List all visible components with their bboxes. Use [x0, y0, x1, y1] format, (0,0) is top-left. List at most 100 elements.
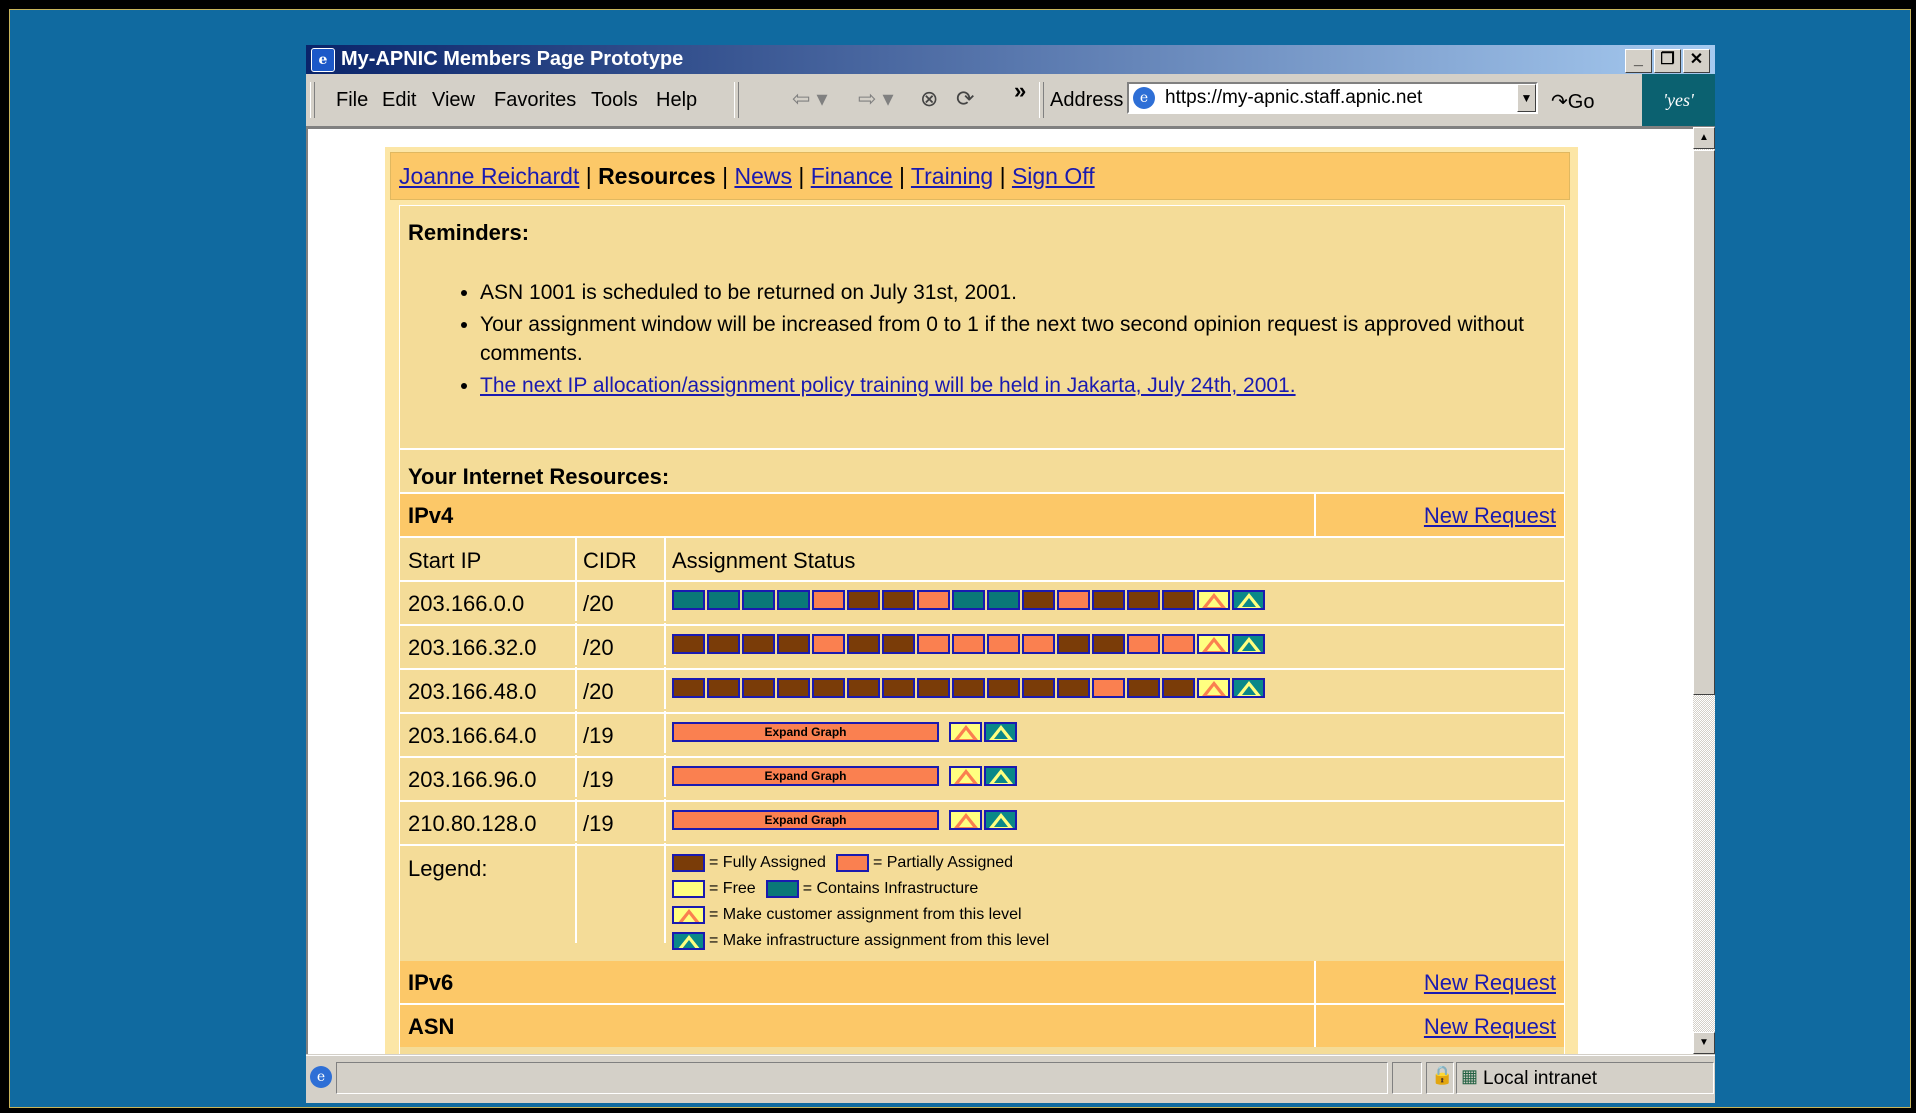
infra-assign-icon[interactable] — [984, 810, 1017, 830]
training-link[interactable]: The next IP allocation/assignment policy… — [480, 374, 1296, 397]
fully-assigned-block[interactable] — [882, 678, 915, 698]
fully-assigned-block[interactable] — [882, 590, 915, 610]
fully-assigned-block[interactable] — [672, 634, 705, 654]
assignment-status-bar[interactable] — [672, 634, 1265, 654]
fully-assigned-block[interactable] — [1022, 678, 1055, 698]
asn-new-request-link[interactable]: New Request — [1424, 1014, 1556, 1040]
fully-assigned-block[interactable] — [812, 678, 845, 698]
fully-assigned-block[interactable] — [742, 678, 775, 698]
nav-user-link[interactable]: Joanne Reichardt — [399, 163, 579, 189]
partially-assigned-block[interactable] — [1057, 590, 1090, 610]
minimize-button[interactable]: _ — [1625, 49, 1652, 73]
partially-assigned-block[interactable] — [987, 634, 1020, 654]
toolbar-grip[interactable] — [310, 82, 315, 118]
fully-assigned-block[interactable] — [672, 678, 705, 698]
assignment-status-bar[interactable] — [672, 590, 1265, 610]
partially-assigned-block[interactable] — [917, 590, 950, 610]
assignment-status-bar[interactable]: Expand Graph — [672, 810, 1017, 830]
menu-help[interactable]: Help — [656, 89, 697, 112]
assignment-status-bar[interactable]: Expand Graph — [672, 766, 1017, 786]
go-button[interactable]: ↷Go — [1551, 89, 1594, 114]
nav-finance-link[interactable]: Finance — [811, 163, 893, 189]
menu-edit[interactable]: Edit — [382, 89, 416, 112]
customer-assign-icon[interactable] — [949, 810, 982, 830]
infrastructure-block[interactable] — [707, 590, 740, 610]
partially-assigned-block[interactable] — [917, 634, 950, 654]
assignment-status-bar[interactable]: Expand Graph — [672, 722, 1017, 742]
title-bar[interactable]: e My-APNIC Members Page Prototype _ ❐ ✕ — [306, 45, 1715, 74]
fully-assigned-block[interactable] — [1127, 678, 1160, 698]
infrastructure-block[interactable] — [742, 590, 775, 610]
fully-assigned-block[interactable] — [1092, 634, 1125, 654]
fully-assigned-block[interactable] — [777, 678, 810, 698]
partially-assigned-block[interactable] — [1162, 634, 1195, 654]
scroll-thumb[interactable] — [1693, 150, 1715, 695]
fully-assigned-block[interactable] — [742, 634, 775, 654]
infrastructure-block[interactable] — [952, 590, 985, 610]
customer-assign-icon[interactable] — [1197, 634, 1230, 654]
address-field[interactable]: e https://my-apnic.staff.apnic.net — [1127, 82, 1538, 114]
fully-assigned-block[interactable] — [1092, 590, 1125, 610]
fully-assigned-block[interactable] — [1127, 590, 1160, 610]
fully-assigned-block[interactable] — [847, 678, 880, 698]
menu-favorites[interactable]: Favorites — [494, 89, 576, 112]
assignment-status-bar[interactable] — [672, 678, 1265, 698]
ipv6-new-request-link[interactable]: New Request — [1424, 970, 1556, 996]
expand-graph-button[interactable]: Expand Graph — [672, 766, 939, 786]
refresh-icon[interactable]: ⟳ — [956, 86, 974, 112]
forward-arrow-icon[interactable]: ⇨ ▾ — [858, 86, 894, 112]
fully-assigned-block[interactable] — [882, 634, 915, 654]
partially-assigned-block[interactable] — [1092, 678, 1125, 698]
fully-assigned-block[interactable] — [707, 678, 740, 698]
partially-assigned-block[interactable] — [812, 590, 845, 610]
fully-assigned-block[interactable] — [1057, 634, 1090, 654]
customer-assign-icon[interactable] — [1197, 590, 1230, 610]
more-chevron-icon[interactable]: » — [1014, 78, 1026, 104]
partially-assigned-block[interactable] — [952, 634, 985, 654]
nav-signoff-link[interactable]: Sign Off — [1012, 163, 1095, 189]
customer-assign-icon[interactable] — [949, 722, 982, 742]
fully-assigned-block[interactable] — [1162, 678, 1195, 698]
nav-training-link[interactable]: Training — [911, 163, 993, 189]
ipv4-new-request-link[interactable]: New Request — [1424, 503, 1556, 529]
scroll-up-icon[interactable]: ▲ — [1693, 127, 1715, 149]
scroll-down-icon[interactable]: ▼ — [1693, 1032, 1715, 1054]
infra-assign-icon[interactable] — [1232, 634, 1265, 654]
infrastructure-block[interactable] — [672, 590, 705, 610]
nav-news-link[interactable]: News — [734, 163, 792, 189]
menu-view[interactable]: View — [432, 89, 475, 112]
fully-assigned-block[interactable] — [952, 678, 985, 698]
infra-assign-icon[interactable] — [984, 722, 1017, 742]
infra-assign-icon[interactable] — [1232, 678, 1265, 698]
toolbar-grip[interactable] — [734, 82, 739, 118]
customer-assign-icon[interactable] — [949, 766, 982, 786]
infrastructure-block[interactable] — [987, 590, 1020, 610]
infra-assign-icon[interactable] — [984, 766, 1017, 786]
customer-assign-icon[interactable] — [1197, 678, 1230, 698]
fully-assigned-block[interactable] — [917, 678, 950, 698]
fully-assigned-block[interactable] — [1022, 590, 1055, 610]
partially-assigned-block[interactable] — [812, 634, 845, 654]
expand-graph-button[interactable]: Expand Graph — [672, 722, 939, 742]
fully-assigned-block[interactable] — [987, 678, 1020, 698]
stop-icon[interactable]: ⊗ — [920, 86, 938, 112]
toolbar-grip[interactable] — [1039, 82, 1044, 118]
menu-file[interactable]: File — [336, 89, 368, 112]
vertical-scrollbar[interactable]: ▲ ▼ — [1693, 127, 1715, 1054]
restore-button[interactable]: ❐ — [1654, 49, 1681, 73]
close-button[interactable]: ✕ — [1683, 49, 1710, 73]
partially-assigned-block[interactable] — [1022, 634, 1055, 654]
fully-assigned-block[interactable] — [847, 590, 880, 610]
infrastructure-block[interactable] — [777, 590, 810, 610]
fully-assigned-block[interactable] — [847, 634, 880, 654]
fully-assigned-block[interactable] — [707, 634, 740, 654]
fully-assigned-block[interactable] — [777, 634, 810, 654]
back-arrow-icon[interactable]: ⇦ ▾ — [792, 86, 828, 112]
partially-assigned-block[interactable] — [1127, 634, 1160, 654]
fully-assigned-block[interactable] — [1057, 678, 1090, 698]
address-dropdown-icon[interactable]: ▼ — [1517, 84, 1536, 112]
menu-tools[interactable]: Tools — [591, 89, 638, 112]
expand-graph-button[interactable]: Expand Graph — [672, 810, 939, 830]
page-viewport[interactable]: Joanne Reichardt | Resources | News | Fi… — [306, 127, 1693, 1054]
infra-assign-icon[interactable] — [1232, 590, 1265, 610]
